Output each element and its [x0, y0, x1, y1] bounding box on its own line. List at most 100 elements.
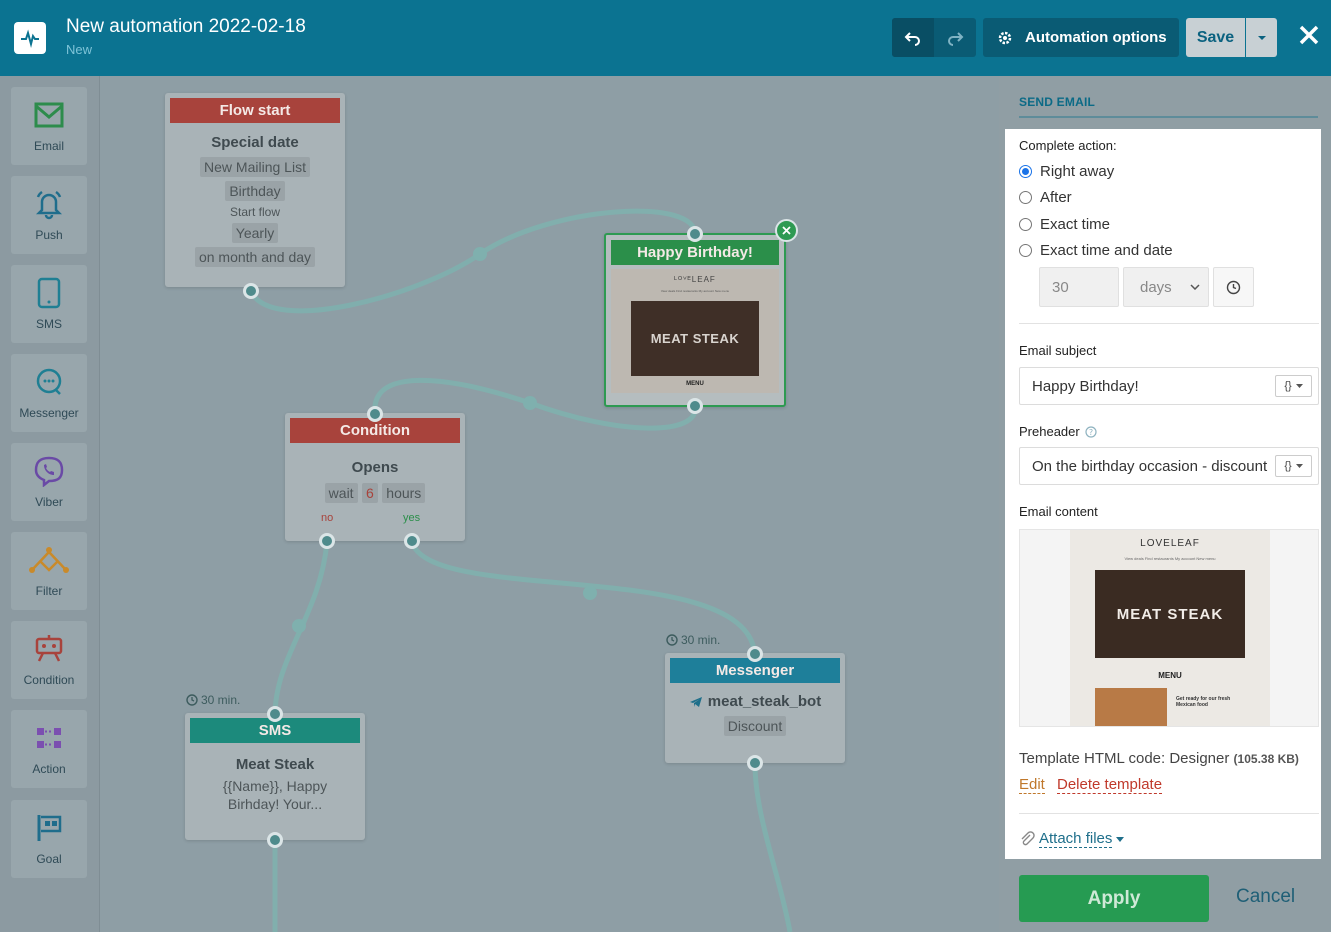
delay-unit-select[interactable]: days	[1123, 267, 1209, 307]
help-icon[interactable]: ?	[1085, 425, 1097, 438]
toolbar-item-push[interactable]: Push	[11, 176, 87, 254]
clock-icon	[186, 694, 198, 706]
email-content-preview[interactable]: LOVELEAF View deals Find restaurants My …	[1019, 529, 1319, 727]
insert-variable-button[interactable]: {}	[1275, 455, 1312, 477]
panel-divider	[1019, 116, 1318, 118]
section-divider	[1019, 323, 1319, 324]
preview-menu: MENU	[1158, 671, 1182, 680]
apply-button[interactable]: Apply	[1019, 875, 1209, 922]
messenger-node[interactable]: Messenger meat_steak_bot Discount	[665, 653, 845, 763]
preheader-value: On the birthday occasion - discount	[1032, 457, 1268, 475]
radio-button-checked[interactable]	[1019, 165, 1032, 178]
toolbar-item-goal[interactable]: Goal	[11, 800, 87, 878]
attach-files-button[interactable]: Attach files	[1019, 830, 1125, 848]
radio-exact-time[interactable]: Exact time	[1019, 216, 1110, 233]
radio-button[interactable]	[1019, 244, 1032, 257]
braces-icon: {}	[1284, 380, 1292, 392]
messenger-chip: Discount	[723, 716, 787, 736]
toolbar-item-condition[interactable]: Condition	[11, 621, 87, 699]
toolbar-item-viber[interactable]: Viber	[11, 443, 87, 521]
email-nav: View deals Find restaurants My account N…	[660, 289, 730, 293]
no-output-port[interactable]	[319, 533, 335, 549]
input-port[interactable]	[687, 226, 703, 242]
sms-delay-text: 30 min.	[201, 693, 241, 707]
delay-amount-input[interactable]: 30	[1039, 267, 1119, 307]
time-picker-button[interactable]	[1213, 267, 1254, 307]
preheader-label: Preheader	[1019, 424, 1080, 439]
output-port[interactable]	[267, 832, 283, 848]
frequency-chip: Yearly	[231, 223, 279, 243]
wait-amount-chip: 6	[362, 483, 378, 503]
flow-start-node[interactable]: Flow start Special date New Mailing List…	[165, 93, 345, 287]
clock-icon	[1226, 280, 1241, 294]
match-chip: on month and day	[194, 247, 316, 267]
clock-icon	[666, 634, 678, 646]
yes-output-port[interactable]	[404, 533, 420, 549]
envelope-icon	[34, 102, 64, 128]
birthday-email-node[interactable]: Happy Birthday! ᴸᴼⱽᴱLEAF View deals Find…	[604, 233, 786, 407]
output-port[interactable]	[243, 283, 259, 299]
chevron-down-icon	[1190, 284, 1200, 290]
messenger-delay: 30 min.	[666, 633, 720, 647]
wait-unit-chip: hours	[382, 483, 426, 503]
toolbar-item-label: Messenger	[19, 406, 79, 420]
automation-options-button[interactable]: Automation options	[983, 18, 1179, 57]
email-subject-label: Email subject	[1019, 343, 1097, 358]
close-icon	[782, 226, 791, 235]
radio-button[interactable]	[1019, 218, 1032, 231]
edit-template-link[interactable]: Edit	[1019, 776, 1045, 794]
output-port[interactable]	[747, 755, 763, 771]
radio-exact-time-date[interactable]: Exact time and date	[1019, 242, 1173, 259]
caret-down-icon	[1257, 35, 1266, 40]
no-branch-label: no	[321, 512, 334, 524]
email-thumbnail: ᴸᴼⱽᴱLEAF View deals Find restaurants My …	[611, 269, 779, 393]
automation-title[interactable]: New automation 2022-02-18	[66, 16, 306, 38]
chat-icon	[36, 368, 62, 395]
panel-title: SEND EMAIL	[1019, 95, 1096, 109]
send-email-form: Complete action: Right away After Exact …	[1005, 129, 1321, 859]
input-port[interactable]	[367, 406, 383, 422]
app-header: New automation 2022-02-18 New Automation…	[0, 0, 1331, 76]
toolbar-item-sms[interactable]: SMS	[11, 265, 87, 343]
section-divider	[1019, 813, 1319, 814]
toolbar-item-label: Push	[35, 228, 63, 242]
close-button[interactable]	[1294, 20, 1324, 54]
messenger-delay-text: 30 min.	[681, 633, 721, 647]
output-port[interactable]	[687, 398, 703, 414]
cancel-button[interactable]: Cancel	[1236, 886, 1295, 908]
toolbar-item-action[interactable]: Action	[11, 710, 87, 788]
preview-hero: MEAT STEAK	[1095, 570, 1245, 658]
toolbar-item-label: Viber	[35, 495, 63, 509]
radio-right-away[interactable]: Right away	[1019, 163, 1114, 180]
condition-node[interactable]: Condition Opens wait 6 hours no yes	[285, 413, 465, 541]
email-subject-input[interactable]: Happy Birthday! {}	[1019, 367, 1319, 405]
preheader-input[interactable]: On the birthday occasion - discount {}	[1019, 447, 1319, 485]
redo-button[interactable]	[934, 18, 976, 57]
email-subject-value: Happy Birthday!	[1032, 377, 1139, 395]
template-label: Template HTML code: Designer	[1019, 750, 1230, 767]
node-header: Happy Birthday!	[611, 240, 779, 265]
delete-template-link[interactable]: Delete template	[1057, 776, 1163, 794]
toolbar-item-messenger[interactable]: Messenger	[11, 354, 87, 432]
remove-node-button[interactable]	[775, 219, 798, 242]
save-dropdown-button[interactable]	[1246, 18, 1277, 57]
insert-variable-button[interactable]: {}	[1275, 375, 1312, 397]
undo-button[interactable]	[892, 18, 934, 57]
wait-chip: wait	[324, 483, 358, 503]
delay-unit-value: days	[1140, 278, 1172, 296]
telegram-icon	[689, 696, 702, 707]
redo-icon	[948, 31, 964, 46]
automation-status: New	[66, 42, 93, 57]
radio-button[interactable]	[1019, 191, 1032, 204]
pulse-logo-icon[interactable]	[14, 22, 46, 54]
toolbar-item-email[interactable]: Email	[11, 87, 87, 165]
input-port[interactable]	[267, 706, 283, 722]
flow-canvas[interactable]: Flow start Special date New Mailing List…	[100, 76, 999, 932]
input-port[interactable]	[747, 646, 763, 662]
close-icon	[1299, 25, 1319, 45]
save-button[interactable]: Save	[1186, 18, 1245, 57]
filter-icon	[29, 547, 69, 573]
toolbar-item-filter[interactable]: Filter	[11, 532, 87, 610]
radio-after[interactable]: After	[1019, 189, 1072, 206]
sms-node[interactable]: SMS Meat Steak {{Name}}, Happy Birhday! …	[185, 713, 365, 840]
